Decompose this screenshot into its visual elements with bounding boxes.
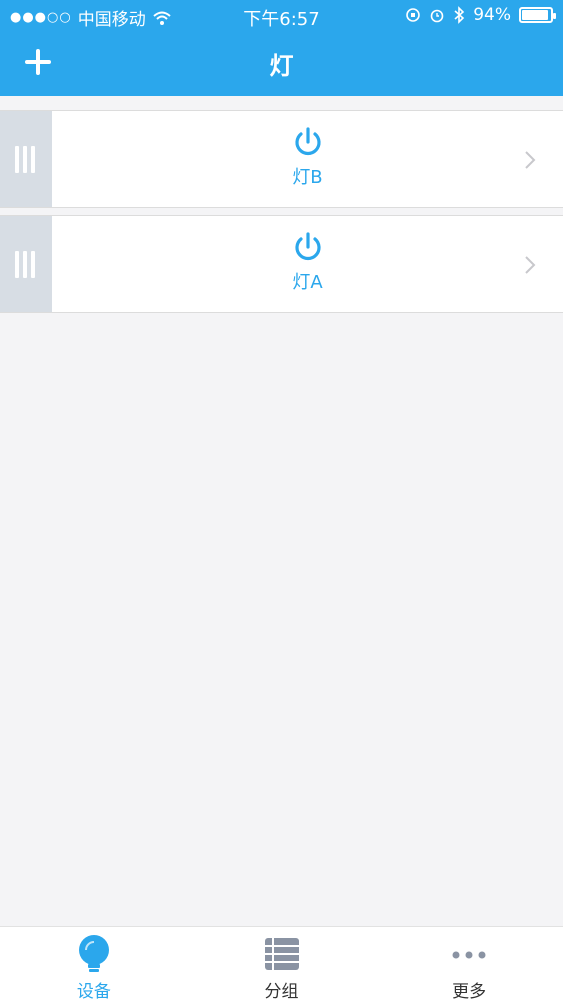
power-icon[interactable] [291, 125, 325, 159]
tab-label: 设备 [76, 982, 111, 1000]
page-title: 灯 [269, 52, 294, 80]
device-name: 灯A [292, 272, 323, 293]
battery-percent: 94% [473, 5, 511, 25]
status-bar: ●●●○○ 中国移动 下午6:57 94% [0, 0, 563, 32]
power-icon[interactable] [291, 230, 325, 264]
chevron-right-icon[interactable] [523, 254, 537, 276]
tab-groups[interactable]: 分组 [188, 927, 376, 1000]
tab-devices[interactable]: 设备 [0, 927, 188, 1000]
device-list: 灯B 灯A [0, 110, 563, 320]
drag-handle-icon [15, 251, 35, 278]
list-icon [264, 938, 299, 970]
device-row-lamp-a[interactable]: 灯A [0, 215, 563, 313]
battery-fill [522, 10, 548, 20]
bluetooth-icon [454, 6, 465, 24]
tab-label: 更多 [452, 982, 487, 1000]
drag-handle[interactable] [0, 216, 52, 312]
tab-more[interactable]: 更多 [375, 927, 563, 1000]
top-bar: ●●●○○ 中国移动 下午6:57 94% 灯 [0, 0, 563, 96]
orientation-lock-icon [406, 8, 421, 22]
device-name: 灯B [292, 167, 323, 188]
tab-bar: 设备 分组 更多 [0, 926, 563, 1000]
device-row-lamp-b[interactable]: 灯B [0, 110, 563, 208]
chevron-right-icon[interactable] [523, 149, 537, 171]
drag-handle-icon [15, 146, 35, 173]
tab-label: 分组 [264, 982, 299, 1000]
drag-handle[interactable] [0, 111, 52, 207]
battery-icon [519, 7, 556, 23]
more-icon [452, 951, 486, 959]
navigation-bar: 灯 [0, 32, 563, 96]
alarm-icon [430, 9, 444, 23]
bulb-icon [78, 935, 109, 972]
